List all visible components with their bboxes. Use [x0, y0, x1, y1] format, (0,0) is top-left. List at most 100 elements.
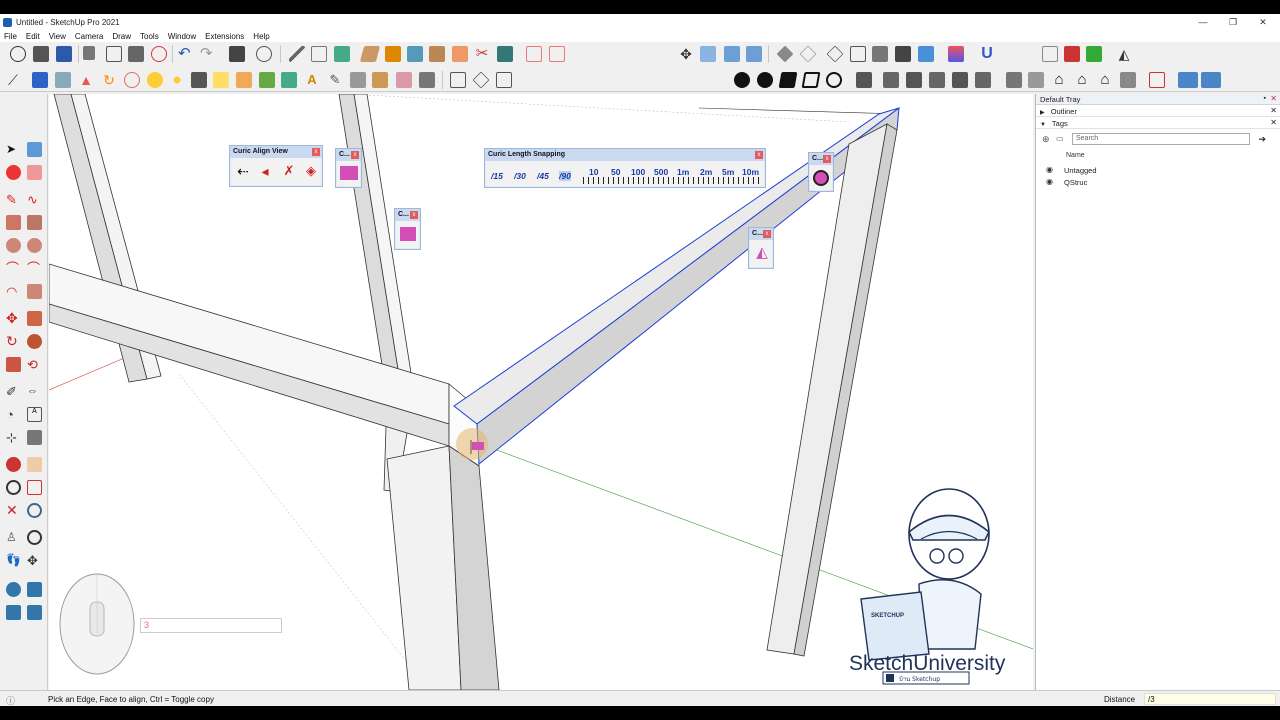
light-icon[interactable]	[124, 72, 140, 88]
monochrome-icon[interactable]	[918, 46, 934, 62]
sandbox-icon-d[interactable]	[27, 605, 42, 620]
view-front-icon[interactable]	[746, 46, 762, 62]
menu-draw[interactable]: Draw	[112, 32, 131, 41]
toolbar-close-icon[interactable]: x	[312, 148, 320, 156]
angle-snap-30[interactable]: /30	[514, 171, 526, 181]
style-minus-icon[interactable]	[757, 72, 773, 88]
visibility-eye-icon[interactable]: ◉	[1046, 165, 1053, 174]
name-column-header[interactable]: Name	[1066, 152, 1085, 159]
axes-icon[interactable]: ⊹	[6, 430, 21, 445]
grid-icon[interactable]	[450, 72, 466, 88]
sandbox-icon-c[interactable]	[6, 605, 21, 620]
visibility-eye-icon[interactable]: ◉	[1046, 177, 1053, 186]
curic-tool-icon[interactable]	[340, 166, 358, 180]
toolbar-close-icon[interactable]: x	[755, 151, 763, 159]
sandbox-icon-b[interactable]	[27, 582, 42, 597]
tags-close-icon[interactable]: ✕	[1270, 118, 1277, 127]
group-icon-c[interactable]	[906, 72, 922, 88]
rotate-icon[interactable]: ↻	[101, 72, 117, 88]
house-icon-b[interactable]	[1028, 72, 1044, 88]
angle-snap-15[interactable]: /15	[491, 171, 503, 181]
backedges-icon[interactable]	[799, 45, 817, 63]
house-icon-f[interactable]	[1120, 72, 1136, 88]
hidden-line-icon[interactable]	[850, 46, 866, 62]
plugin-icon-b[interactable]	[1064, 46, 1080, 62]
save-icon[interactable]	[56, 46, 72, 62]
tag-search-input[interactable]: Search	[1072, 133, 1250, 145]
dimension-tool-icon[interactable]: ⇔	[27, 384, 42, 399]
zoom-window-icon[interactable]	[27, 480, 42, 495]
arc-2pt-icon[interactable]: ⌒	[27, 261, 42, 276]
align-diamond-icon[interactable]: ◈	[302, 162, 320, 180]
length-snap-500[interactable]: 500	[654, 167, 668, 177]
view-iso-icon[interactable]	[700, 46, 716, 62]
section-icon[interactable]	[497, 46, 513, 62]
outliner-close-icon[interactable]: ✕	[1270, 106, 1277, 115]
details-arrow-icon[interactable]: ➔	[1258, 134, 1266, 145]
follow-me-tool-icon[interactable]	[27, 334, 42, 349]
report-icon[interactable]	[1149, 72, 1165, 88]
polygon-tool-icon[interactable]	[27, 238, 42, 253]
arc-icon[interactable]: ⌒	[6, 261, 21, 276]
redo-icon[interactable]: ↷	[200, 46, 216, 62]
select-arrow-icon[interactable]: ➤	[6, 142, 21, 157]
angle-snap-45[interactable]: /45	[537, 171, 549, 181]
length-snap-10[interactable]: 10	[589, 167, 598, 177]
sandbox-icon-a[interactable]	[6, 582, 21, 597]
house-icon-e[interactable]: ⌂	[1097, 72, 1113, 88]
style-shape-icon[interactable]	[778, 72, 798, 88]
rectangle-tool-icon[interactable]	[6, 215, 21, 230]
minimize-button[interactable]: —	[1188, 14, 1218, 30]
restore-button[interactable]: ❐	[1218, 14, 1248, 30]
triangle-icon[interactable]: ▲	[78, 72, 94, 88]
brush-icon[interactable]	[259, 72, 275, 88]
paste-icon[interactable]	[128, 46, 144, 62]
zoom-previous-icon[interactable]	[27, 503, 42, 518]
wood-icon[interactable]	[372, 72, 388, 88]
bulbs-icon[interactable]	[169, 72, 185, 88]
open-icon[interactable]	[33, 46, 49, 62]
brush-2-icon[interactable]	[281, 72, 297, 88]
length-snap-1m[interactable]: 1m	[677, 167, 689, 177]
align-lock-icon[interactable]: ◂	[256, 162, 274, 180]
style-outline-icon[interactable]	[801, 72, 821, 88]
group-icon-b[interactable]	[883, 72, 899, 88]
dimension-icon[interactable]	[311, 46, 327, 62]
curic-stack-icon[interactable]	[400, 227, 416, 241]
stack-icon[interactable]	[191, 72, 207, 88]
tags-panel-header[interactable]: ▼ Tags ✕	[1036, 117, 1280, 129]
length-snap-5m[interactable]: 5m	[722, 167, 734, 177]
shaded-texture-icon[interactable]	[895, 46, 911, 62]
curic-rotate-icon[interactable]	[813, 170, 829, 186]
move-icon[interactable]: ✥	[6, 311, 21, 326]
undo-icon[interactable]: ↶	[178, 46, 194, 62]
erase-selection-icon[interactable]	[151, 46, 167, 62]
look-around-icon[interactable]	[27, 530, 42, 545]
pie-icon[interactable]	[27, 284, 42, 299]
library-icon[interactable]	[419, 72, 435, 88]
tape-icon[interactable]	[55, 72, 71, 88]
tray-close-icon[interactable]: ✕	[1270, 94, 1277, 103]
tag-item-untagged[interactable]: Untagged	[1064, 166, 1097, 175]
toolbar-close-icon[interactable]: x	[410, 211, 418, 219]
length-snap-50[interactable]: 50	[611, 167, 620, 177]
tag-folder-icon[interactable]: ▭	[1056, 134, 1064, 143]
menu-camera[interactable]: Camera	[75, 32, 103, 41]
extension-icon-b[interactable]	[549, 46, 565, 62]
rotate-tool-icon[interactable]: ↻	[6, 334, 21, 349]
measurement-input-overlay[interactable]: 3	[140, 618, 282, 633]
orbit-move-icon[interactable]: ✥	[678, 46, 694, 62]
bulb-icon[interactable]	[147, 72, 163, 88]
solid-shell-icon[interactable]	[429, 46, 445, 62]
plugin-icon-a[interactable]	[1042, 46, 1058, 62]
scissors-icon[interactable]: ✂	[474, 46, 490, 62]
followme-icon[interactable]	[385, 46, 401, 62]
menu-help[interactable]: Help	[253, 32, 269, 41]
intersect-icon[interactable]	[407, 46, 423, 62]
add-tag-icon[interactable]: ⊕	[1042, 134, 1050, 145]
toolbar-close-icon[interactable]: x	[351, 151, 359, 159]
toolbar-title[interactable]: Curic Length Snapping	[485, 149, 765, 161]
plugin-icon-c[interactable]	[1086, 46, 1102, 62]
layer-stack-icon[interactable]	[948, 46, 964, 62]
text-a-icon[interactable]: A	[304, 72, 320, 88]
